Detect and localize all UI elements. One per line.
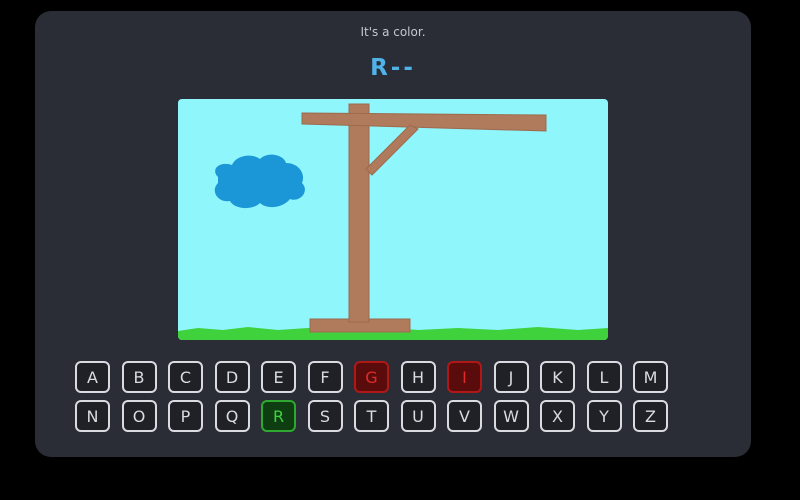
letter-keyboard: ABCDEFGHIJKLM NOPQRSTUVWXYZ <box>75 361 715 439</box>
gallows-pole <box>348 103 370 323</box>
key-h[interactable]: H <box>400 361 436 393</box>
key-a[interactable]: A <box>75 361 110 393</box>
key-y[interactable]: Y <box>586 400 622 432</box>
key-r[interactable]: R <box>261 400 296 432</box>
game-panel: It's a color. R-- ABCDEFGHIJKLM NOPQRSTUV… <box>35 11 751 457</box>
sky <box>178 99 608 340</box>
hangman-scene <box>178 99 608 340</box>
key-t[interactable]: T <box>354 400 389 432</box>
key-g[interactable]: G <box>354 361 389 393</box>
key-d[interactable]: D <box>214 361 250 393</box>
key-z[interactable]: Z <box>633 400 668 432</box>
key-b[interactable]: B <box>121 361 157 393</box>
key-o[interactable]: O <box>121 400 157 432</box>
key-k[interactable]: K <box>540 361 575 393</box>
key-c[interactable]: C <box>168 361 203 393</box>
word-display: R-- <box>370 55 416 81</box>
key-p[interactable]: P <box>168 400 203 432</box>
keyboard-row: NOPQRSTUVWXYZ <box>75 400 715 432</box>
hangman-drawing <box>178 99 608 340</box>
key-i[interactable]: I <box>447 361 482 393</box>
key-e[interactable]: E <box>261 361 296 393</box>
key-w[interactable]: W <box>493 400 529 432</box>
key-n[interactable]: N <box>75 400 110 432</box>
key-u[interactable]: U <box>400 400 436 432</box>
key-v[interactable]: V <box>447 400 482 432</box>
keyboard-row: ABCDEFGHIJKLM <box>75 361 715 393</box>
hint-text: It's a color. <box>360 25 426 39</box>
key-f[interactable]: F <box>307 361 343 393</box>
key-s[interactable]: S <box>307 400 343 432</box>
key-j[interactable]: J <box>493 361 529 393</box>
key-x[interactable]: X <box>540 400 575 432</box>
key-l[interactable]: L <box>586 361 622 393</box>
key-q[interactable]: Q <box>214 400 250 432</box>
key-m[interactable]: M <box>633 361 668 393</box>
